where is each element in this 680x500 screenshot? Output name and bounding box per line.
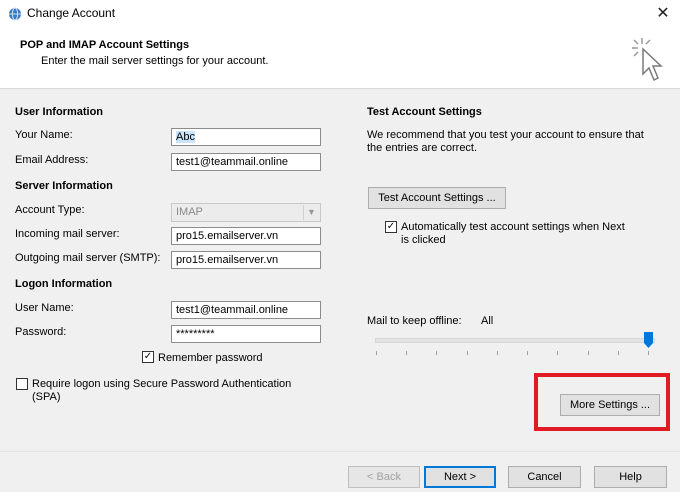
help-button[interactable]: Help — [594, 466, 667, 488]
your-name-value: Abc — [176, 131, 195, 143]
remember-password-checkbox[interactable]: ✓ — [142, 351, 154, 363]
offline-value: All — [481, 315, 494, 327]
remember-password-label: Remember password — [158, 352, 263, 364]
chevron-down-icon: ▼ — [303, 205, 319, 220]
window-title: Change Account — [27, 6, 116, 20]
offline-label: Mail to keep offline: — [367, 315, 462, 327]
password-label: Password: — [15, 326, 67, 338]
logon-info-heading: Logon Information — [15, 278, 113, 290]
server-info-heading: Server Information — [15, 180, 113, 192]
spa-checkbox[interactable] — [16, 378, 28, 390]
email-address-label: Email Address: — [15, 154, 89, 166]
slider-tick — [436, 351, 438, 355]
next-button[interactable]: Next > — [424, 466, 496, 488]
auto-test-label-line1: Automatically test account settings when… — [401, 221, 625, 233]
auto-test-label-line2: is clicked — [401, 234, 446, 246]
header-subtitle: Enter the mail server settings for your … — [41, 55, 269, 67]
slider-tick — [496, 351, 498, 355]
offline-slider-track[interactable] — [375, 338, 655, 343]
account-type-select[interactable]: IMAP ▼ — [171, 203, 321, 222]
footer-divider — [0, 451, 680, 452]
auto-test-checkbox[interactable]: ✓ — [385, 221, 397, 233]
slider-tick — [587, 351, 589, 355]
slider-tick — [466, 351, 468, 355]
outgoing-server-label: Outgoing mail server (SMTP): — [15, 252, 161, 264]
incoming-server-label: Incoming mail server: — [15, 228, 120, 240]
your-name-label: Your Name: — [15, 129, 73, 141]
username-input[interactable]: test1@teammail.online — [171, 301, 321, 319]
test-settings-desc-line1: We recommend that you test your account … — [367, 129, 644, 141]
spa-label-line1: Require logon using Secure Password Auth… — [32, 378, 292, 390]
cancel-button[interactable]: Cancel — [508, 466, 581, 488]
outgoing-server-input[interactable]: pro15.emailserver.vn — [171, 251, 321, 269]
email-address-input[interactable]: test1@teammail.online — [171, 153, 321, 171]
slider-tick — [648, 351, 649, 355]
slider-tick — [617, 351, 619, 355]
account-type-value: IMAP — [176, 206, 203, 218]
outlook-globe-icon — [9, 7, 21, 21]
highlight-box — [534, 373, 670, 431]
slider-tick — [376, 351, 377, 355]
slider-tick — [527, 351, 529, 355]
offline-slider-thumb[interactable] — [644, 332, 653, 348]
close-button[interactable]: ✕ — [652, 3, 674, 25]
your-name-input[interactable]: Abc — [171, 128, 321, 146]
slider-tick — [406, 351, 408, 355]
user-info-heading: User Information — [15, 106, 104, 118]
username-label: User Name: — [15, 302, 74, 314]
incoming-server-input[interactable]: pro15.emailserver.vn — [171, 227, 321, 245]
click-cursor-icon — [632, 38, 663, 82]
test-settings-heading: Test Account Settings — [367, 106, 482, 118]
test-settings-desc-line2: the entries are correct. — [367, 142, 478, 154]
header-title: POP and IMAP Account Settings — [20, 39, 190, 51]
back-button[interactable]: < Back — [348, 466, 420, 488]
account-type-label: Account Type: — [15, 204, 85, 216]
slider-tick — [557, 351, 559, 355]
spa-label-line2: (SPA) — [32, 391, 61, 403]
test-account-settings-button[interactable]: Test Account Settings ... — [368, 187, 506, 209]
background-window-strip — [0, 492, 680, 500]
password-input[interactable]: ********* — [171, 325, 321, 343]
